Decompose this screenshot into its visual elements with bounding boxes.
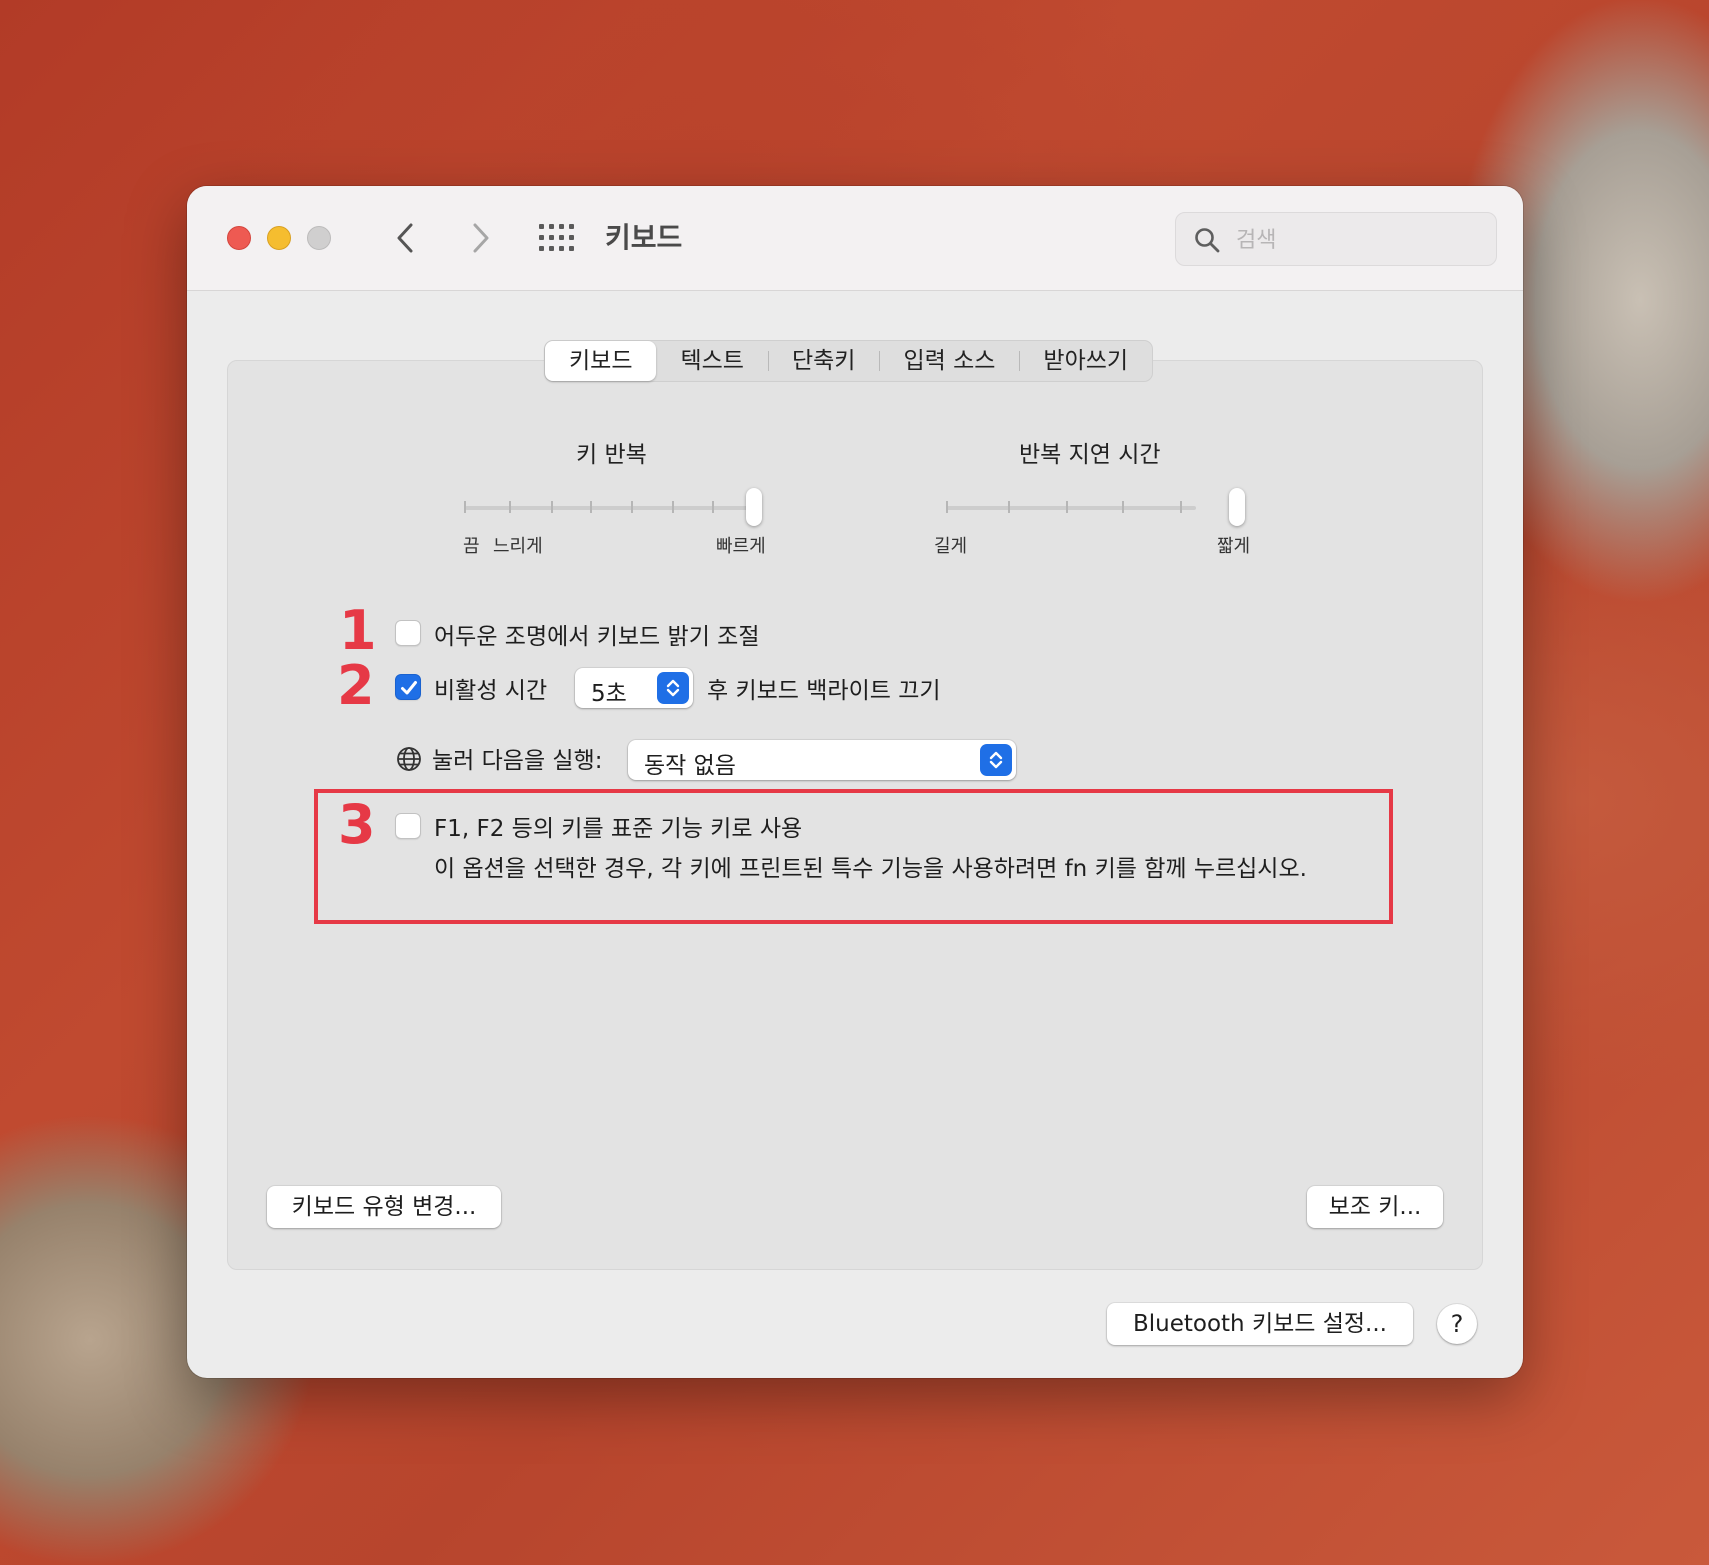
annotation-number-3: 3 [338, 793, 376, 856]
slider-tick [464, 501, 466, 513]
slider-tick [712, 501, 714, 513]
slider-tick [551, 501, 553, 513]
chevron-right-icon [473, 223, 489, 253]
change-keyboard-type-button[interactable]: 키보드 유형 변경... [267, 1186, 501, 1228]
search-field[interactable] [1175, 212, 1497, 266]
delay-until-repeat-label: 반복 지연 시간 [1019, 442, 1161, 468]
search-icon [1195, 228, 1220, 253]
grid-icon [539, 224, 574, 251]
key-repeat-off-label: 끔 [463, 536, 480, 557]
slider-tick [1122, 501, 1124, 513]
search-input[interactable] [1234, 223, 1488, 257]
minimize-button[interactable] [267, 226, 291, 250]
show-all-button[interactable] [539, 224, 575, 252]
backlight-off-label-after: 후 키보드 백라이트 끄기 [707, 678, 941, 704]
forward-button[interactable] [462, 220, 498, 256]
help-button[interactable]: ? [1437, 1304, 1477, 1344]
key-repeat-knob[interactable] [746, 488, 762, 526]
titlebar: 키보드 [187, 186, 1523, 291]
slider-tick [509, 501, 511, 513]
slider-tick [946, 501, 948, 513]
globe-key-label: 눌러 다음을 실행: [432, 748, 603, 774]
standard-function-keys-description: 이 옵션을 선택한 경우, 각 키에 프린트된 특수 기능을 사용하려면 fn … [434, 856, 1307, 882]
slider-tick [1066, 501, 1068, 513]
tab-text[interactable]: 텍스트 [656, 341, 767, 381]
slider-track [946, 506, 1196, 510]
key-repeat-slow-label: 느리게 [493, 536, 543, 557]
key-repeat-fast-label: 빠르게 [716, 536, 766, 557]
tab-input-sources[interactable]: 입력 소스 [879, 341, 1019, 381]
chevron-up-down-icon [989, 751, 1003, 769]
globe-icon [397, 747, 421, 771]
delay-long-label: 길게 [934, 536, 968, 557]
tab-shortcuts[interactable]: 단축키 [767, 341, 879, 381]
standard-function-keys-checkbox[interactable] [395, 813, 421, 839]
slider-tick [631, 501, 633, 513]
inactivity-time-popup[interactable]: 5초 [575, 668, 693, 708]
slider-tick [590, 501, 592, 513]
globe-key-action-value: 동작 없음 [644, 753, 736, 779]
annotation-number-1: 1 [339, 599, 377, 662]
backlight-off-label-before: 비활성 시간 [434, 678, 548, 704]
zoom-button[interactable] [307, 226, 331, 250]
keyboard-preferences-window: 키보드 키보드 텍스트 단축키 입력 소스 받아쓰기 키 반복 끔 느리게 빠르… [187, 186, 1523, 1378]
slider-tick [1180, 501, 1182, 513]
back-button[interactable] [389, 220, 425, 256]
chevron-up-down-icon [666, 679, 680, 697]
delay-until-repeat-knob[interactable] [1229, 488, 1245, 526]
auto-brightness-checkbox[interactable] [395, 620, 421, 646]
chevron-left-icon [397, 223, 413, 253]
tab-keyboard[interactable]: 키보드 [545, 341, 657, 381]
window-title: 키보드 [605, 221, 683, 254]
key-repeat-label: 키 반복 [576, 442, 647, 468]
standard-function-keys-label: F1, F2 등의 키를 표준 기능 키로 사용 [434, 816, 803, 842]
globe-key-action-popup[interactable]: 동작 없음 [628, 740, 1016, 780]
modifier-keys-button[interactable]: 보조 키... [1307, 1186, 1443, 1228]
slider-tick [1008, 501, 1010, 513]
tab-dictation[interactable]: 받아쓰기 [1019, 341, 1152, 381]
popup-stepper [980, 744, 1012, 776]
inactivity-time-value: 5초 [591, 681, 627, 707]
tab-bar: 키보드 텍스트 단축키 입력 소스 받아쓰기 [544, 340, 1154, 382]
annotation-number-2: 2 [337, 654, 375, 717]
delay-short-label: 짧게 [1217, 536, 1251, 557]
close-button[interactable] [227, 226, 251, 250]
popup-stepper [657, 672, 689, 704]
slider-tick [672, 501, 674, 513]
auto-brightness-label: 어두운 조명에서 키보드 밝기 조절 [434, 624, 760, 650]
bluetooth-keyboard-setup-button[interactable]: Bluetooth 키보드 설정... [1107, 1303, 1413, 1345]
checkmark-icon [401, 681, 417, 695]
backlight-off-checkbox[interactable] [395, 674, 421, 700]
